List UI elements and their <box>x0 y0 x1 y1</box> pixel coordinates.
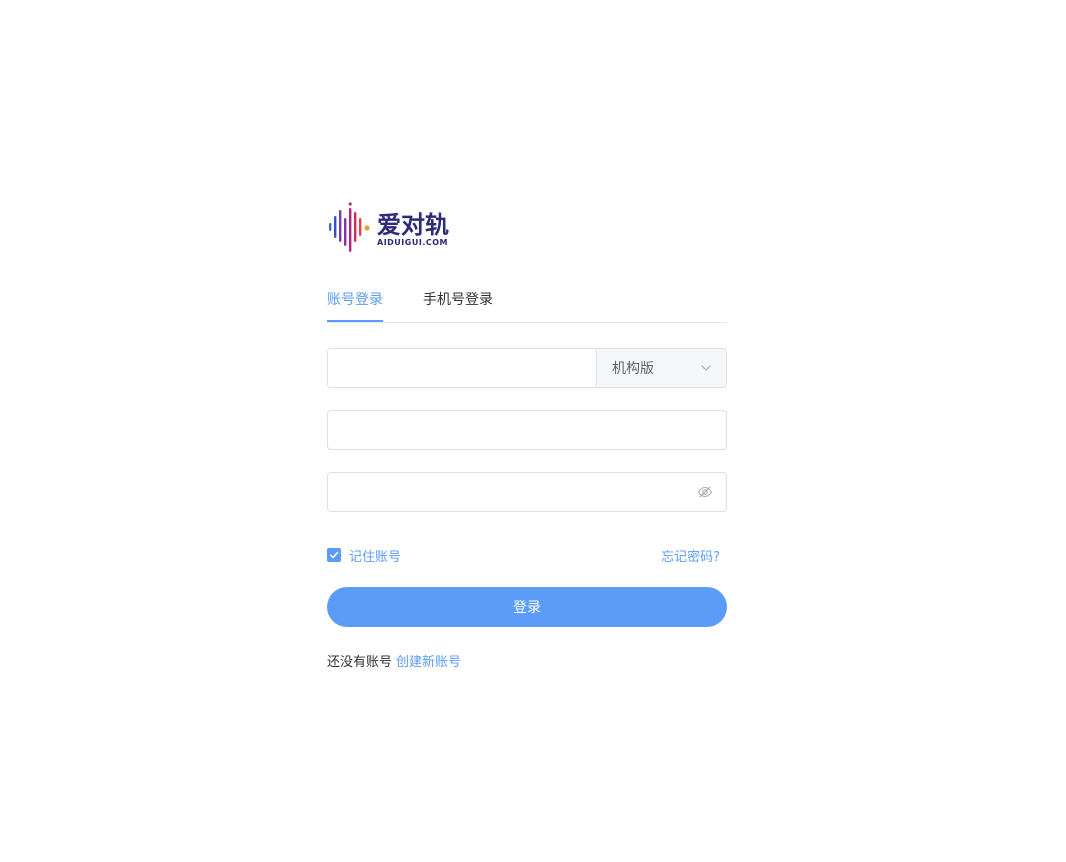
login-tabs: 账号登录 手机号登录 <box>327 290 727 323</box>
remember-account[interactable]: 记住账号 <box>327 546 401 565</box>
tab-account-login[interactable]: 账号登录 <box>327 290 383 322</box>
login-options: 记住账号 忘记密码? <box>327 546 727 565</box>
account-input[interactable] <box>328 412 726 448</box>
chevron-down-icon <box>701 365 711 371</box>
password-field <box>327 472 727 512</box>
org-field: 机构版 <box>327 348 727 388</box>
register-prompt: 还没有账号 创建新账号 <box>327 651 727 670</box>
logo-wordmark: 爱对轨 AIDUIGUI.COM <box>377 212 449 248</box>
login-panel: 爱对轨 AIDUIGUI.COM 账号登录 手机号登录 机构版 记住账号 忘记密… <box>327 196 727 670</box>
logo-name-en: AIDUIGUI.COM <box>377 238 448 247</box>
remember-checkbox[interactable] <box>327 548 341 562</box>
tab-phone-login[interactable]: 手机号登录 <box>423 290 493 322</box>
eye-hidden-icon[interactable] <box>697 484 713 500</box>
sound-wave-logo-icon <box>329 202 370 252</box>
edition-select-value: 机构版 <box>612 361 654 377</box>
password-input[interactable] <box>328 474 697 510</box>
edition-select[interactable]: 机构版 <box>596 349 726 387</box>
login-button[interactable]: 登录 <box>327 587 727 627</box>
register-prompt-text: 还没有账号 <box>327 655 393 670</box>
org-input[interactable] <box>328 350 596 386</box>
forgot-password-link[interactable]: 忘记密码? <box>661 546 720 565</box>
account-field <box>327 410 727 450</box>
check-icon <box>330 551 339 559</box>
remember-label: 记住账号 <box>349 549 402 565</box>
logo-name-cn: 爱对轨 <box>377 211 449 239</box>
create-account-link[interactable]: 创建新账号 <box>396 655 461 670</box>
logo: 爱对轨 AIDUIGUI.COM <box>327 196 727 256</box>
